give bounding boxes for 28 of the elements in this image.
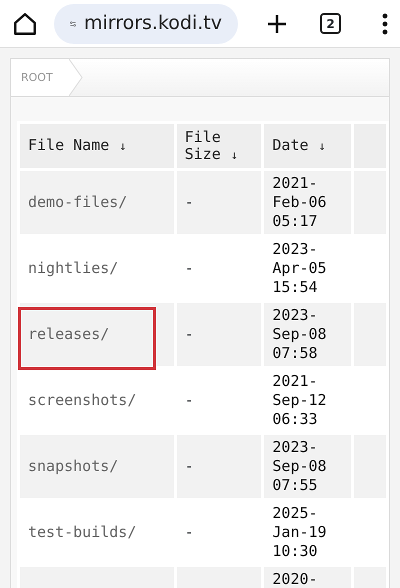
size-cell: - [176, 303, 262, 366]
size-cell: - [176, 435, 262, 498]
new-tab-icon[interactable] [266, 12, 288, 34]
folder-link[interactable]: releases/ [28, 325, 110, 343]
column-header[interactable]: Date ↓ [264, 124, 352, 168]
column-header[interactable]: File Name ↓ [20, 124, 174, 168]
size-cell-text: - [184, 258, 195, 279]
date-cell: 2021-Feb-06 05:17 [264, 171, 352, 234]
folder-link[interactable]: test-builds/ [28, 523, 136, 541]
address-bar[interactable]: mirrors.kodi.tv [54, 4, 238, 44]
size-cell-text: - [184, 522, 195, 543]
menu-icon[interactable] [381, 12, 389, 34]
folder-link[interactable]: nightlies/ [28, 259, 118, 277]
date-cell-text: 2025-Jan-19 10:30 [271, 503, 328, 562]
date-cell-text: 2023-Apr-05 15:54 [271, 239, 328, 298]
date-cell: 2023-Sep-08 07:55 [264, 435, 352, 498]
size-cell: - [176, 171, 262, 234]
url-text: mirrors.kodi.tv [84, 11, 222, 36]
date-cell: 2023-Sep-08 07:58 [264, 303, 352, 366]
column-header[interactable]: File Size ↓ [176, 124, 262, 168]
tab-switcher-button[interactable]: 2 [320, 13, 341, 34]
date-cell: 2020- [264, 567, 352, 588]
home-icon[interactable] [12, 10, 38, 36]
folder-link[interactable]: snapshots/ [28, 457, 118, 475]
size-cell-text: - [184, 390, 195, 411]
date-cell-text: 2021-Sep-12 06:33 [271, 371, 328, 430]
folder-link[interactable]: screenshots/ [28, 391, 136, 409]
folder-link[interactable]: demo-files/ [28, 193, 128, 211]
